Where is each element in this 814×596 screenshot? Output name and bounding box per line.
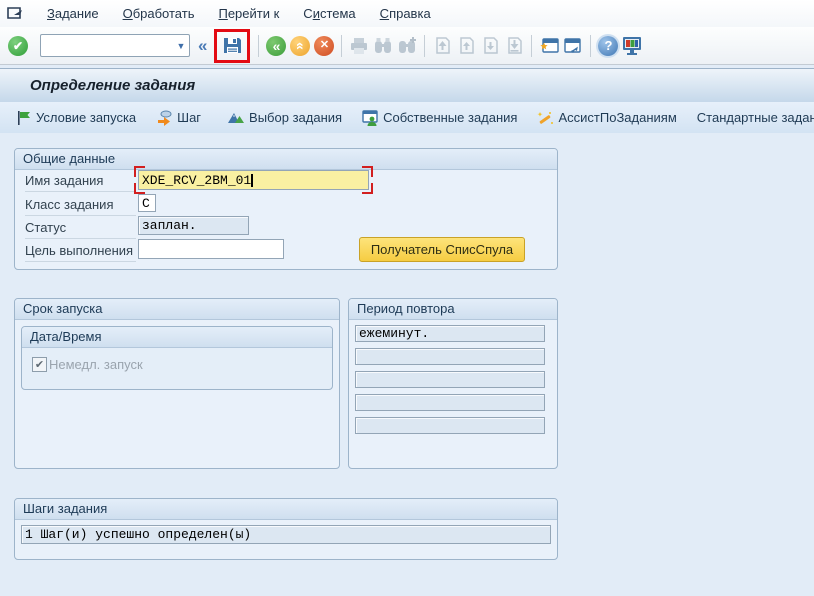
toolbar-separator xyxy=(590,35,591,57)
print-icon xyxy=(349,37,369,55)
step-icon xyxy=(156,110,173,126)
page-title: Определение задания xyxy=(30,77,195,94)
menu-item-edit[interactable]: Обработать xyxy=(111,6,207,21)
start-time-header: Срок запуска xyxy=(15,299,339,320)
page-down-icon xyxy=(481,36,500,55)
system-toolbar xyxy=(0,27,814,65)
screen-body: Общие данные Имя задания XDE_RCV_2BM_01 … xyxy=(0,133,814,596)
selection-corner xyxy=(134,166,145,177)
collapse-icon[interactable] xyxy=(198,36,207,56)
period-field xyxy=(355,371,545,388)
save-button[interactable] xyxy=(220,34,244,58)
period-field xyxy=(355,394,545,411)
spool-recipient-button[interactable]: Получатель СписСпула xyxy=(359,237,525,262)
menu-item-system[interactable]: Система xyxy=(291,6,367,21)
cancel-button[interactable] xyxy=(312,34,336,58)
dropdown-icon[interactable] xyxy=(173,35,189,56)
page-up-icon xyxy=(457,36,476,55)
first-page-icon xyxy=(433,36,452,55)
wizard-icon xyxy=(537,110,554,126)
repeat-period-group: Период повтора ежеминут. xyxy=(348,298,558,469)
first-page-button xyxy=(430,34,454,58)
toolbar-separator xyxy=(258,35,259,57)
enter-button[interactable] xyxy=(6,34,30,58)
start-time-group: Срок запуска Дата/Время Немедл. запуск xyxy=(14,298,340,469)
toolbar-separator xyxy=(531,35,532,57)
target-label: Цель выполнения xyxy=(25,243,136,262)
application-toolbar: Условие запуска Шаг Выбор задания Собств… xyxy=(0,102,814,134)
last-page-icon xyxy=(505,36,524,55)
own-jobs-button[interactable]: Собственные задания xyxy=(352,105,527,131)
start-condition-button[interactable]: Условие запуска xyxy=(6,105,146,131)
repeat-period-header: Период повтора xyxy=(349,299,557,320)
immediate-start-checkbox[interactable] xyxy=(32,357,47,372)
job-name-label: Имя задания xyxy=(25,173,136,192)
sap-window: Задание Обработать Перейти к Система Спр… xyxy=(0,0,814,596)
toolbar-separator xyxy=(424,35,425,57)
own-jobs-icon xyxy=(362,110,379,126)
help-button[interactable] xyxy=(596,34,620,58)
job-steps-field: 1 Шаг(и) успешно определен(ы) xyxy=(21,525,551,544)
period-field xyxy=(355,348,545,365)
menu-item-goto[interactable]: Перейти к xyxy=(206,6,291,21)
back-button[interactable] xyxy=(264,34,288,58)
customize-layout-icon xyxy=(621,35,643,56)
job-class-field[interactable]: C xyxy=(138,194,156,212)
back-icon xyxy=(266,36,286,56)
command-field[interactable] xyxy=(40,34,190,57)
menu-indicator-icon xyxy=(7,7,25,21)
target-field[interactable] xyxy=(138,239,284,259)
job-selection-button[interactable]: Выбор задания xyxy=(217,105,352,131)
job-wizard-button[interactable]: АссистПоЗаданиям xyxy=(527,105,686,131)
period-field xyxy=(355,417,545,434)
find-next-button xyxy=(395,34,419,58)
status-label: Статус xyxy=(25,220,136,239)
find-icon xyxy=(373,37,393,55)
job-steps-group: Шаги задания 1 Шаг(и) успешно определен(… xyxy=(14,498,558,560)
page-up-button xyxy=(454,34,478,58)
flag-icon xyxy=(16,110,32,126)
new-session-button[interactable] xyxy=(537,34,561,58)
title-bar: Определение задания xyxy=(0,68,814,103)
toolbar-separator xyxy=(341,35,342,57)
menu-bar: Задание Обработать Перейти к Система Спр… xyxy=(0,0,814,28)
step-button[interactable]: Шаг xyxy=(146,105,211,131)
status-field: заплан. xyxy=(138,216,249,235)
menu-item-job[interactable]: Задание xyxy=(35,6,111,21)
find-button xyxy=(371,34,395,58)
customize-layout-button[interactable] xyxy=(620,34,644,58)
exit-button[interactable] xyxy=(288,34,312,58)
menu-item-help[interactable]: Справка xyxy=(368,6,443,21)
page-down-button xyxy=(478,34,502,58)
enter-icon xyxy=(8,36,28,56)
general-data-header: Общие данные xyxy=(15,149,557,170)
datetime-header: Дата/Время xyxy=(22,327,332,348)
job-name-field[interactable]: XDE_RCV_2BM_01 xyxy=(138,170,369,190)
period-field: ежеминут. xyxy=(355,325,545,342)
selection-corner xyxy=(362,166,373,177)
datetime-group: Дата/Время Немедл. запуск xyxy=(21,326,333,390)
create-shortcut-icon xyxy=(563,36,584,56)
create-shortcut-button[interactable] xyxy=(561,34,585,58)
job-class-label: Класс задания xyxy=(25,197,136,216)
help-icon xyxy=(598,36,618,56)
text-cursor xyxy=(251,174,253,187)
immediate-start-label: Немедл. запуск xyxy=(49,357,143,372)
standard-jobs-button[interactable]: Стандартные задания xyxy=(687,105,814,131)
exit-icon xyxy=(290,36,310,56)
job-steps-header: Шаги задания xyxy=(15,499,557,520)
new-session-icon xyxy=(539,36,560,56)
selection-corner xyxy=(134,183,145,194)
save-icon xyxy=(222,35,243,56)
annotation-highlight xyxy=(214,29,250,63)
last-page-button xyxy=(502,34,526,58)
general-data-group: Общие данные Имя задания XDE_RCV_2BM_01 … xyxy=(14,148,558,270)
selection-corner xyxy=(362,183,373,194)
print-button xyxy=(347,34,371,58)
cancel-icon xyxy=(314,36,334,56)
find-next-icon xyxy=(397,37,417,55)
job-selection-icon xyxy=(227,110,245,125)
